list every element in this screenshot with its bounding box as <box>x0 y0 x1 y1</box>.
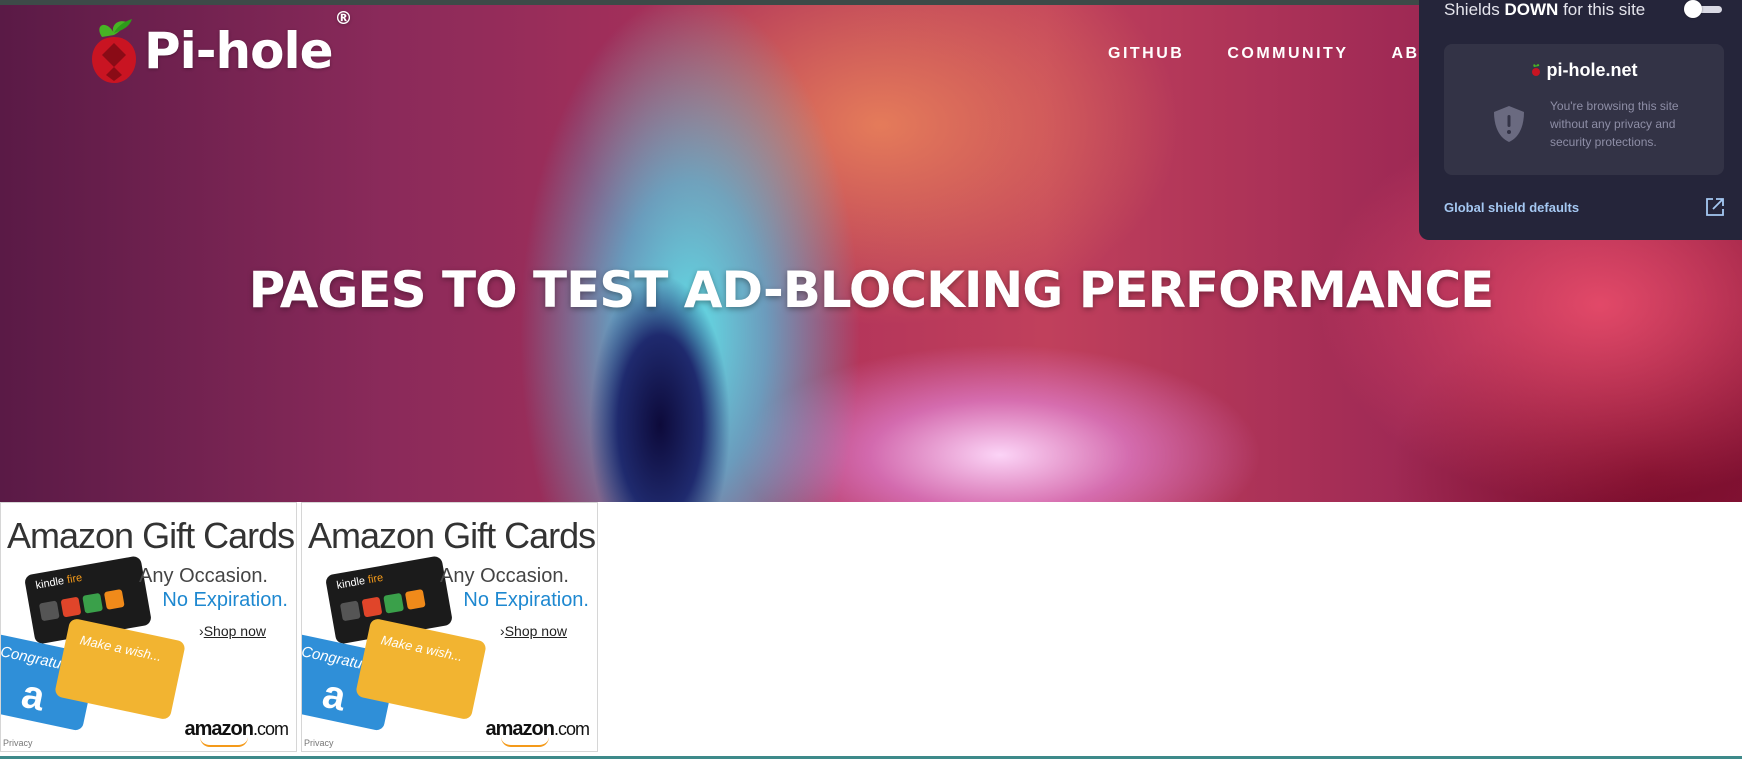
ad-privacy-link[interactable]: Privacy <box>3 738 33 748</box>
app-icons <box>38 588 125 622</box>
video-app-icon <box>38 600 60 622</box>
nav-github[interactable]: GITHUB <box>1108 45 1184 63</box>
shield-icon <box>1494 106 1524 142</box>
amazon-a-icon: a <box>17 671 49 720</box>
brand-name-text: Pi-hole <box>144 22 334 80</box>
site-logo[interactable]: Pi-hole® <box>88 8 353 87</box>
fire-text: fire <box>367 571 385 587</box>
amazon-ad-1[interactable]: Amazon Gift Cards kindle fire Congratula… <box>0 502 297 752</box>
books-app-icon <box>404 588 426 610</box>
top-navigation: GITHUB COMMUNITY AB <box>1108 45 1420 63</box>
ad-line-2: No Expiration. <box>463 589 589 611</box>
shields-label: Shields <box>1444 0 1500 19</box>
registered-mark: ® <box>334 8 353 29</box>
shop-now-label: Shop now <box>504 623 567 639</box>
ad-privacy-link[interactable]: Privacy <box>304 738 334 748</box>
ad-title: Amazon Gift Cards <box>308 515 596 556</box>
nav-about[interactable]: AB <box>1391 45 1419 63</box>
brave-shields-panel: Shields DOWN for this site pi-hole.net Y… <box>1419 0 1742 240</box>
shop-now-link[interactable]: ›Shop now <box>500 623 567 639</box>
toggle-knob <box>1684 0 1702 18</box>
amazon-ad-2[interactable]: Amazon Gift Cards kindle fire Congratula… <box>301 502 598 752</box>
ad-row: Amazon Gift Cards kindle fire Congratula… <box>0 502 598 752</box>
shop-now-label: Shop now <box>203 623 266 639</box>
pihole-favicon-icon <box>1531 64 1540 76</box>
shop-now-link[interactable]: ›Shop now <box>199 623 266 639</box>
ad-title: Amazon Gift Cards <box>7 515 295 556</box>
app-icons <box>339 588 426 622</box>
books-app-icon <box>103 588 125 610</box>
nav-community[interactable]: COMMUNITY <box>1227 45 1348 63</box>
amazon-suffix: .com <box>553 719 590 739</box>
external-link-icon[interactable] <box>1704 196 1726 218</box>
amazon-smile-icon <box>501 737 549 747</box>
shields-state: DOWN <box>1504 0 1559 19</box>
ad-line-1: Any Occasion. <box>139 565 268 587</box>
amazon-suffix: .com <box>252 719 289 739</box>
kindle-fire-label: kindle fire <box>35 572 83 592</box>
global-shield-defaults-link[interactable]: Global shield defaults <box>1444 200 1579 215</box>
pihole-logo-icon <box>92 19 136 83</box>
amazon-smile-icon <box>200 737 248 747</box>
amazon-a-icon: a <box>318 671 350 720</box>
ad-line-1: Any Occasion. <box>440 565 569 587</box>
wish-text: Make a wish... <box>379 632 465 665</box>
shields-suffix: for this site <box>1563 0 1646 19</box>
site-domain-text: pi-hole.net <box>1546 60 1638 80</box>
fire-text: fire <box>66 571 84 587</box>
brand-name: Pi-hole® <box>144 8 353 80</box>
ad-line-2: No Expiration. <box>162 589 288 611</box>
kindle-text: kindle <box>34 574 66 592</box>
plus-app-icon <box>60 596 82 618</box>
site-domain: pi-hole.net <box>1444 60 1724 81</box>
music-app-icon <box>383 592 405 614</box>
plus-app-icon <box>361 596 383 618</box>
shields-toggle[interactable] <box>1684 0 1726 18</box>
wish-text: Make a wish... <box>78 632 164 665</box>
shields-status: Shields DOWN for this site <box>1444 0 1645 20</box>
protection-warning: You're browsing this site without any pr… <box>1550 99 1679 149</box>
kindle-fire-label: kindle fire <box>336 572 384 592</box>
site-info-card: pi-hole.net You're browsing this site wi… <box>1444 44 1724 175</box>
video-app-icon <box>339 600 361 622</box>
kindle-text: kindle <box>335 574 367 592</box>
hero-title: PAGES TO TEST AD-BLOCKING PERFORMANCE <box>248 261 1495 319</box>
music-app-icon <box>82 592 104 614</box>
